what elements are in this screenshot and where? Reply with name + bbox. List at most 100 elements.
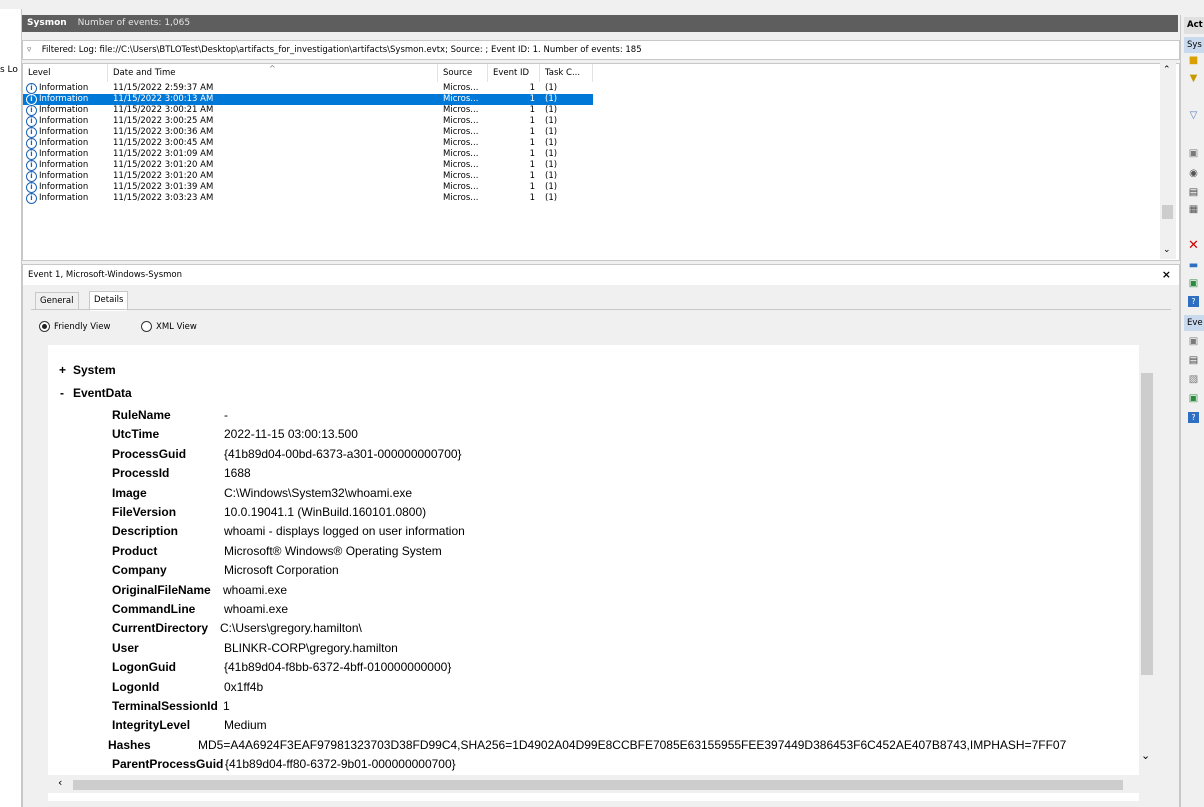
event-row[interactable]: i Information 11/15/2022 3:00:21 AM Micros.… xyxy=(23,105,593,116)
field-value: 1 xyxy=(223,699,230,713)
scroll-down-icon[interactable]: ⌄ xyxy=(1141,749,1150,762)
field-key: Product xyxy=(112,543,158,558)
friendly-view-option[interactable]: Friendly View xyxy=(39,321,110,333)
refresh-icon[interactable]: ▣ xyxy=(1188,393,1199,404)
xml-view-radio[interactable] xyxy=(141,321,152,332)
event-row[interactable]: i Information 11/15/2022 3:01:20 AM Micros.… xyxy=(23,160,593,171)
properties-icon[interactable]: ▣ xyxy=(1188,148,1199,159)
actions-header: Act xyxy=(1184,17,1204,34)
details-horizontal-scroll-thumb[interactable] xyxy=(73,780,1123,790)
field-key: ProcessGuid xyxy=(112,446,187,461)
field-value: whoami.exe xyxy=(223,582,288,597)
delete-icon[interactable]: ✕ xyxy=(1188,239,1199,252)
event-list-scrollbar[interactable]: ⌃ ⌄ xyxy=(1160,63,1176,259)
event-id-cell: 1 xyxy=(529,171,535,181)
column-header-event-id[interactable]: Event ID xyxy=(488,64,540,82)
date-cell: 11/15/2022 3:01:39 AM xyxy=(113,182,214,192)
task-category-cell: (1) xyxy=(545,105,558,115)
sort-arrow-icon: ^ xyxy=(269,64,276,73)
information-icon: i xyxy=(26,94,37,105)
field-value: MD5=A4A6924F3EAF97981323703D38FD99C4,SHA… xyxy=(198,737,1067,752)
date-cell: 11/15/2022 3:00:13 AM xyxy=(113,94,214,104)
console-tree-item-truncated[interactable]: s Lo xyxy=(0,65,18,75)
clear-filter-icon[interactable]: ▽ xyxy=(1188,110,1199,121)
find-icon[interactable]: ◉ xyxy=(1188,168,1199,179)
level-cell: i Information xyxy=(26,138,88,149)
event-id-cell: 1 xyxy=(529,83,535,93)
event-row[interactable]: i Information 11/15/2022 3:03:23 AM Micros.… xyxy=(23,193,593,204)
field-value: 10.0.19041.1 (WinBuild.160101.0800) xyxy=(224,505,427,519)
column-header-level[interactable]: Level xyxy=(23,64,108,82)
save-selected-events-icon[interactable]: ▤ xyxy=(1188,355,1199,366)
level-cell: i Information xyxy=(26,127,88,138)
date-cell: 11/15/2022 3:00:21 AM xyxy=(113,105,214,115)
event-row[interactable]: i Information 11/15/2022 3:01:39 AM Micros.… xyxy=(23,182,593,193)
scroll-left-icon[interactable]: ‹ xyxy=(58,776,62,789)
xml-view-label: XML View xyxy=(156,322,197,332)
scroll-down-icon[interactable]: ⌄ xyxy=(1163,245,1171,255)
close-icon[interactable]: × xyxy=(1162,265,1171,285)
details-header: Event 1, Microsoft-Windows-Sysmon × xyxy=(22,264,1180,286)
field-key: CommandLine xyxy=(112,602,196,616)
filter-icon: ▿ xyxy=(27,45,32,55)
information-icon: i xyxy=(26,160,37,171)
refresh-icon[interactable]: ▣ xyxy=(1188,278,1199,289)
event-row[interactable]: i Information 11/15/2022 3:00:45 AM Micros.… xyxy=(23,138,593,149)
scroll-up-icon[interactable]: ⌃ xyxy=(1163,65,1171,75)
rename-icon[interactable]: ▬ xyxy=(1188,260,1199,271)
field-key: ParentProcessGuid xyxy=(112,757,224,772)
attach-task-icon[interactable]: ▦ xyxy=(1188,204,1199,215)
eventdata-toggle[interactable]: - xyxy=(60,386,64,400)
level-text: Information xyxy=(39,149,89,159)
actions-section-sysmon[interactable]: Sys xyxy=(1184,37,1204,53)
level-text: Information xyxy=(39,94,89,104)
help-icon[interactable]: ? xyxy=(1188,296,1199,307)
field-key: Description xyxy=(112,524,179,539)
system-toggle[interactable]: + xyxy=(59,363,66,377)
tab-details[interactable]: Details xyxy=(89,291,129,311)
level-cell: i Information xyxy=(26,160,88,171)
help-icon[interactable]: ? xyxy=(1188,412,1199,423)
event-list-scroll-thumb[interactable] xyxy=(1162,205,1173,219)
save-icon[interactable]: ▤ xyxy=(1188,187,1199,198)
filter-icon[interactable]: ▼ xyxy=(1188,73,1199,84)
actions-section-event[interactable]: Eve xyxy=(1184,315,1204,331)
copy-icon[interactable]: ▧ xyxy=(1188,374,1199,385)
eventdata-section-label[interactable]: EventData xyxy=(73,386,132,400)
field-value: Medium xyxy=(224,718,267,733)
source-cell: Micros... xyxy=(443,116,479,126)
field-value: - xyxy=(224,408,228,422)
date-cell: 11/15/2022 3:00:45 AM xyxy=(113,138,214,148)
information-icon: i xyxy=(26,138,37,149)
field-key: Hashes xyxy=(108,737,151,752)
event-id-cell: 1 xyxy=(529,193,535,203)
event-properties-icon[interactable]: ▣ xyxy=(1188,336,1199,347)
open-folder-icon[interactable]: ■ xyxy=(1188,55,1199,66)
event-row[interactable]: i Information 11/15/2022 3:00:25 AM Micros.… xyxy=(23,116,593,127)
event-row[interactable]: i Information 11/15/2022 3:00:13 AM Micros.… xyxy=(23,94,593,105)
xml-view-option[interactable]: XML View xyxy=(141,321,197,333)
date-cell: 11/15/2022 3:00:25 AM xyxy=(113,116,214,126)
level-text: Information xyxy=(39,138,89,148)
level-text: Information xyxy=(39,171,89,181)
event-id-cell: 1 xyxy=(529,105,535,115)
details-scroll-thumb[interactable] xyxy=(1141,373,1153,675)
information-icon: i xyxy=(26,105,37,116)
system-section-label[interactable]: System xyxy=(73,363,116,377)
level-text: Information xyxy=(39,193,89,203)
level-cell: i Information xyxy=(26,83,88,94)
column-header-task-category[interactable]: Task C... xyxy=(540,64,593,82)
event-row[interactable]: i Information 11/15/2022 3:00:36 AM Micros.… xyxy=(23,127,593,138)
level-text: Information xyxy=(39,160,89,170)
event-row[interactable]: i Information 11/15/2022 3:01:09 AM Micros.… xyxy=(23,149,593,160)
column-header-source[interactable]: Source xyxy=(438,64,488,82)
event-row[interactable]: i Information 11/15/2022 3:01:20 AM Micros.… xyxy=(23,171,593,182)
tab-general[interactable]: General xyxy=(35,292,79,310)
log-name: Sysmon xyxy=(27,18,67,28)
event-row[interactable]: i Information 11/15/2022 2:59:37 AM Micros.… xyxy=(23,83,593,94)
friendly-view-radio[interactable] xyxy=(39,321,50,332)
console-tree-pane: s Lo xyxy=(0,9,22,807)
field-key: IntegrityLevel xyxy=(112,718,191,733)
field-key: Image xyxy=(112,485,147,500)
information-icon: i xyxy=(26,83,37,94)
